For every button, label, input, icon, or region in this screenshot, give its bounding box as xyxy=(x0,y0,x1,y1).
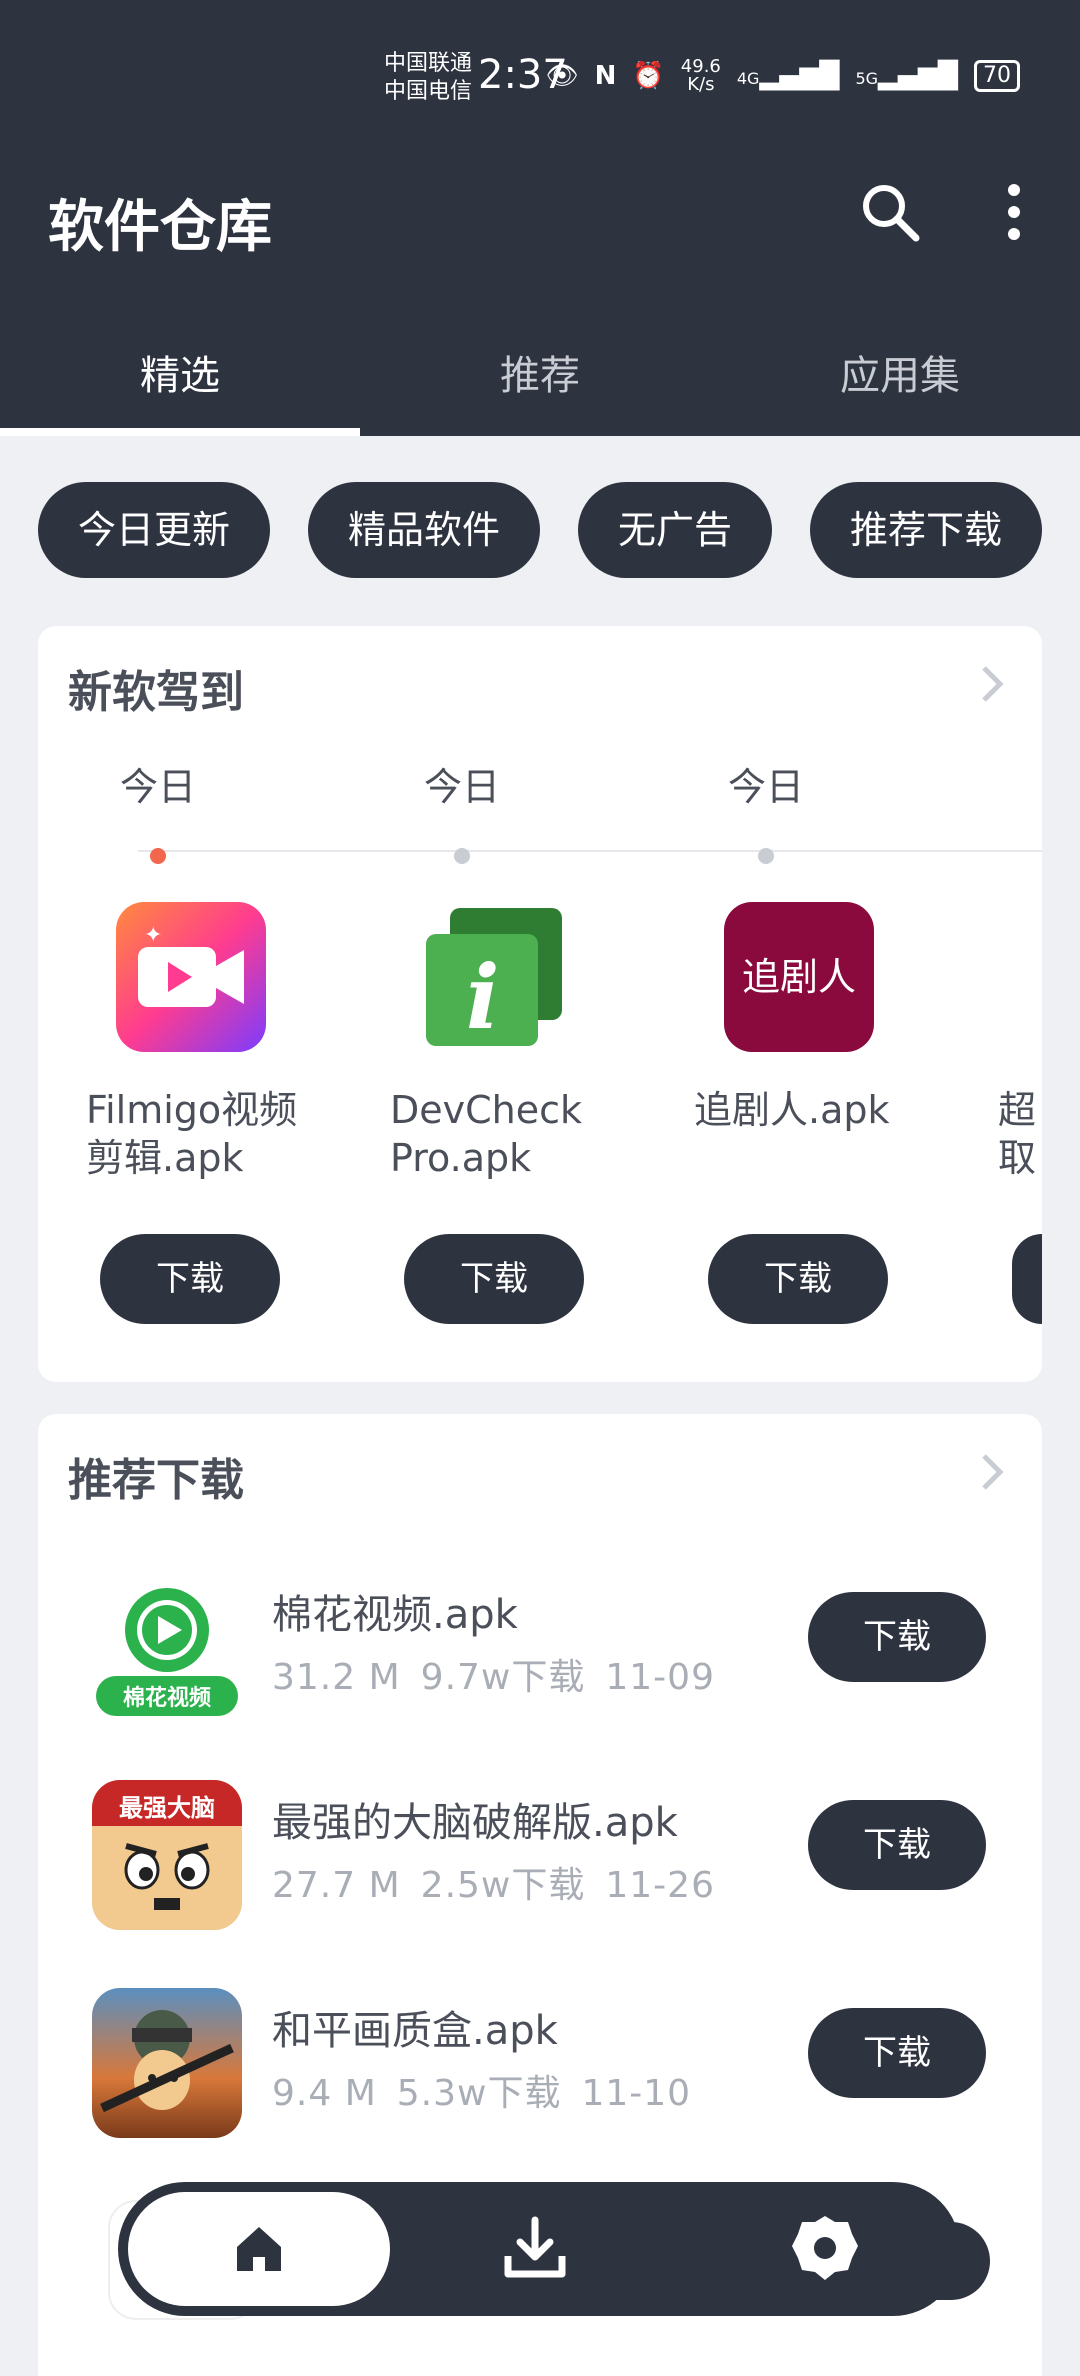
carrier-2: 中国电信 xyxy=(384,79,473,104)
timeline-dot xyxy=(454,848,470,864)
app-name: 追剧人.apk xyxy=(694,1088,890,1132)
brain-game-app-icon: 最强大脑 xyxy=(92,1780,242,1930)
zhuijuren-app-icon[interactable]: 追剧人 xyxy=(724,902,874,1052)
nfc-icon: N xyxy=(594,61,617,91)
search-icon[interactable] xyxy=(858,180,922,244)
download-button-partial[interactable] xyxy=(1012,1234,1042,1324)
update-date: 11-10 xyxy=(581,2073,692,2114)
tab-collections[interactable]: 应用集 xyxy=(720,328,1080,436)
date-label: 今日 xyxy=(727,765,804,809)
bottom-navigation xyxy=(118,2182,960,2316)
app-name: 和平画质盒.apk xyxy=(272,2008,558,2054)
download-button[interactable]: 下载 xyxy=(404,1234,584,1324)
section-title: 推荐下载 xyxy=(68,1455,244,1506)
carrier-labels: 中国联通 中国电信 xyxy=(384,50,472,106)
date-label: 今日 xyxy=(423,765,500,809)
peace-quality-app-icon xyxy=(92,1988,242,2138)
file-size: 31.2 M xyxy=(272,1657,401,1698)
list-item[interactable]: 和平画质盒.apk 9.4 M 5.3w下载 11-10 下载 xyxy=(38,1978,1042,2178)
page-title: 软件仓库 xyxy=(48,195,272,260)
app-meta: 9.4 M 5.3w下载 11-10 xyxy=(272,2064,711,2116)
tab-bar: 精选 推荐 应用集 xyxy=(0,328,1080,436)
settings-icon[interactable] xyxy=(788,2212,862,2286)
signal-4g-icon: 4G▂▄▆█ xyxy=(736,61,840,91)
app-meta: 31.2 M 9.7w下载 11-09 xyxy=(272,1648,735,1700)
date-label: 今日 xyxy=(119,765,196,809)
app-bar: 软件仓库 精选 推荐 应用集 xyxy=(0,160,1080,436)
list-item[interactable]: 棉花视频 棉花视频.apk 31.2 M 9.7w下载 11-09 下载 xyxy=(38,1562,1042,1762)
download-count: 5.3w下载 xyxy=(396,2073,562,2114)
network-speed: 49.6 K/s xyxy=(680,56,721,95)
new-software-card: 新软驾到 今日 ✦ Filmigo视频剪辑.apk 下载 今日 i DevChe… xyxy=(38,626,1042,1382)
home-icon[interactable] xyxy=(128,2192,390,2306)
status-bar: 中国联通 中国电信 2:37 👁 N ⏰ 49.6 K/s 4G▂▄▆█ 5G▂… xyxy=(0,0,1080,160)
app-name: Filmigo视频剪辑.apk xyxy=(86,1088,298,1180)
download-count: 2.5w下载 xyxy=(420,1865,586,1906)
new-app-item: 今日 xyxy=(38,756,278,864)
download-icon[interactable] xyxy=(498,2212,572,2286)
svg-text:✦: ✦ xyxy=(144,923,162,948)
chip-premium-software[interactable]: 精品软件 xyxy=(307,482,540,578)
update-date: 11-26 xyxy=(605,1865,715,1906)
chevron-right-icon[interactable] xyxy=(972,1450,1012,1494)
alarm-icon: ⏰ xyxy=(632,61,665,91)
mianhua-app-icon: 棉花视频 xyxy=(92,1572,242,1722)
chip-today-update[interactable]: 今日更新 xyxy=(38,482,271,578)
chip-recommended-download[interactable]: 推荐下载 xyxy=(809,482,1042,578)
app-meta: 27.7 M 2.5w下载 11-26 xyxy=(272,1856,735,1908)
file-size: 27.7 M xyxy=(272,1865,401,1906)
timeline xyxy=(38,848,1042,854)
chip-no-ads[interactable]: 无广告 xyxy=(577,482,772,578)
devcheck-app-icon[interactable]: i xyxy=(420,902,570,1052)
download-button[interactable]: 下载 xyxy=(100,1234,280,1324)
more-vert-icon[interactable] xyxy=(992,180,1036,244)
download-button[interactable]: 下载 xyxy=(808,1592,986,1682)
app-name: 最强的大脑破解版.apk xyxy=(272,1800,678,1846)
new-app-item: 今日 xyxy=(342,756,582,864)
update-date: 11-09 xyxy=(605,1657,715,1698)
filmigo-app-icon[interactable]: ✦ xyxy=(116,902,266,1052)
app-name: 棉花视频.apk xyxy=(272,1592,518,1638)
section-title: 新软驾到 xyxy=(68,667,244,718)
carrier-1: 中国联通 xyxy=(384,51,473,76)
list-item[interactable]: 最强大脑 最强的大脑破解版.apk 27.7 M 2.5w下载 11-26 下载 xyxy=(38,1770,1042,1970)
signal-5g-icon: 5G▂▄▆█ xyxy=(855,61,958,91)
app-name: DevCheck Pro.apk xyxy=(390,1088,583,1180)
chevron-right-icon[interactable] xyxy=(972,662,1012,706)
battery-icon: 70 xyxy=(974,60,1020,92)
status-icons: 👁 N ⏰ 49.6 K/s 4G▂▄▆█ 5G▂▄▆█ 70 xyxy=(546,58,1020,94)
timeline-dot xyxy=(758,848,774,864)
tab-recommend[interactable]: 推荐 xyxy=(360,328,720,436)
new-app-item: 今日 xyxy=(646,756,886,864)
category-chips: 今日更新 精品软件 无广告 推荐下载 xyxy=(38,482,1042,578)
download-button[interactable]: 下载 xyxy=(808,2008,986,2098)
tab-featured[interactable]: 精选 xyxy=(0,328,360,436)
download-count: 9.7w下载 xyxy=(420,1657,586,1698)
svg-text:i: i xyxy=(466,945,499,1049)
app-name: 超取 xyxy=(998,1088,1037,1180)
eye-icon: 👁 xyxy=(545,61,579,91)
download-button[interactable]: 下载 xyxy=(708,1234,888,1324)
file-size: 9.4 M xyxy=(272,2073,377,2114)
timeline-dot xyxy=(150,848,166,864)
download-button[interactable]: 下载 xyxy=(808,1800,986,1890)
